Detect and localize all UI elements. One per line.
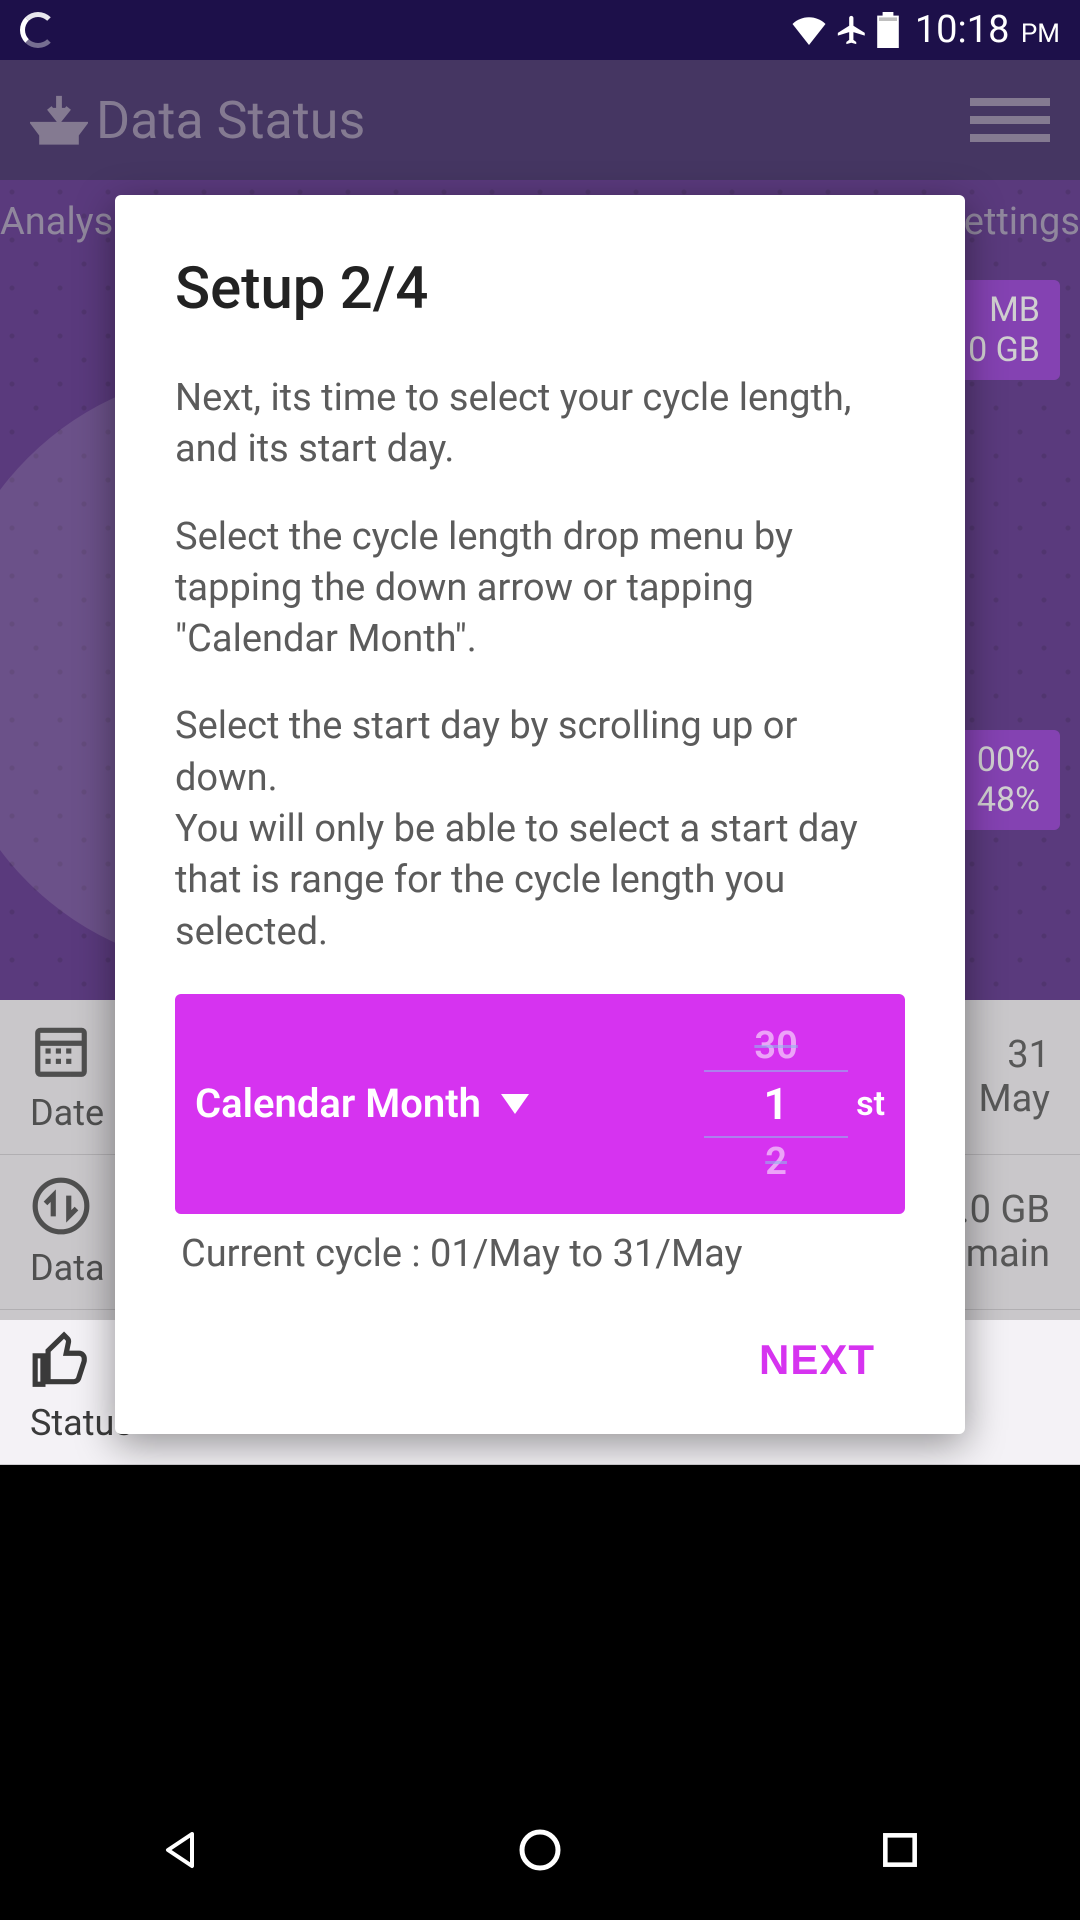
home-icon[interactable] bbox=[510, 1820, 570, 1880]
cycle-note: Current cycle : 01/May to 31/May bbox=[181, 1232, 905, 1276]
dialog-actions: NEXT bbox=[175, 1326, 905, 1394]
dialog-para-1: Next, its time to select your cycle leng… bbox=[175, 373, 905, 476]
spinner-next: 2 bbox=[696, 1140, 856, 1184]
airplane-icon bbox=[835, 13, 869, 47]
screen: 10:18 PM Data Status Analysis Settings M… bbox=[0, 0, 1080, 1920]
wifi-icon bbox=[791, 15, 827, 45]
app-mini-icon bbox=[20, 12, 56, 48]
dialog-title: Setup 2/4 bbox=[175, 255, 905, 323]
dialog-para-2: Select the cycle length drop menu by tap… bbox=[175, 512, 905, 666]
battery-icon bbox=[877, 12, 899, 48]
spinner-current: 1 bbox=[696, 1078, 856, 1130]
status-left bbox=[20, 12, 56, 48]
clock-time: 10:18 PM bbox=[915, 8, 1060, 52]
cycle-length-label: Calendar Month bbox=[195, 1080, 481, 1127]
status-bar: 10:18 PM bbox=[0, 0, 1080, 60]
clock-ampm: PM bbox=[1021, 19, 1060, 49]
chevron-down-icon bbox=[501, 1094, 529, 1114]
start-day-spinner[interactable]: 30 1 2 bbox=[696, 1024, 856, 1184]
recent-icon[interactable] bbox=[870, 1820, 930, 1880]
day-suffix: st bbox=[856, 1084, 885, 1124]
clock-hours: 10:18 bbox=[915, 8, 1010, 52]
setup-dialog: Setup 2/4 Next, its time to select your … bbox=[115, 195, 965, 1434]
next-button[interactable]: NEXT bbox=[729, 1326, 905, 1394]
status-right: 10:18 PM bbox=[791, 8, 1060, 52]
cycle-length-dropdown[interactable]: Calendar Month bbox=[195, 1080, 696, 1127]
dialog-para-3: Select the start day by scrolling up or … bbox=[175, 701, 905, 957]
system-nav-bar bbox=[0, 1780, 1080, 1920]
cycle-selector: Calendar Month 30 1 2 st bbox=[175, 994, 905, 1214]
spinner-prev: 30 bbox=[696, 1024, 856, 1068]
back-icon[interactable] bbox=[150, 1820, 210, 1880]
